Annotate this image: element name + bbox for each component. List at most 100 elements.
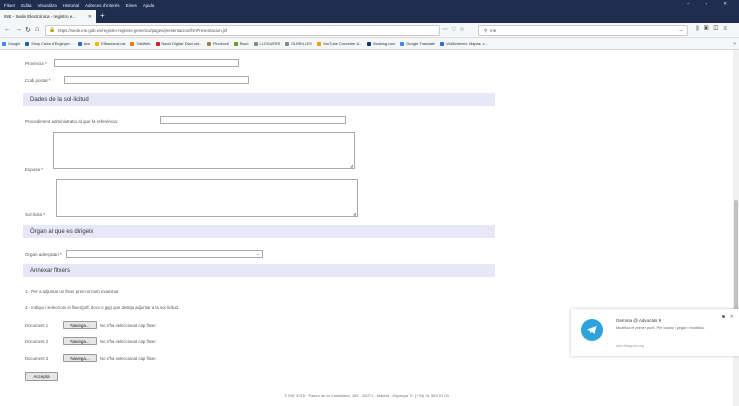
section-organ: Òrgan al que es dirigeix [23,225,495,238]
menu-eines[interactable]: Eines [126,3,137,8]
page-footer: © INE 2018 · Paseo de la Castellana, 183… [284,393,449,398]
chevron-down-icon: ⌄ [255,251,260,257]
nav-bar: ← → ↻ ⌂ 🔒 https://sede.ine.gob.es/regist… [0,23,739,38]
minimize-icon[interactable]: – [687,1,690,7]
tab-strip: INE - Sede Electrónica - registro e... ✕… [0,10,739,23]
bookmarks-overflow-icon[interactable]: » [733,41,736,47]
menu-fitxer[interactable]: Fitxer [4,3,15,8]
forward-icon[interactable]: → [15,26,22,33]
menu-historial[interactable]: Historial [63,3,79,8]
bookmark-label: YouTube Converter &... [322,41,363,46]
toolbar-icons[interactable]: ⫼▣◫≡ [696,26,732,33]
bookmark-item[interactable]: ElNacional.cat [95,41,126,46]
bookmark-item[interactable]: Racó [233,41,249,46]
back-icon[interactable]: ← [4,26,11,33]
search-bar[interactable]: ⚲ ine → [478,25,688,36]
telegram-icon [581,319,603,341]
document-1-label: Document 1 [25,323,49,328]
close-icon[interactable]: ✕ [730,314,734,320]
section-annexar-fitxers: Annexar fitxers [23,264,495,277]
bookmark-item[interactable]: Booking.com [367,41,396,46]
notification-title: Gemma @ Advocats 9 [616,318,662,323]
document-3-status: No s'ha seleccionat cap fitxer. [100,356,157,361]
menu-adreces[interactable]: Adreces d'interès [85,3,120,8]
menu-visualitza[interactable]: Visualitza [38,3,57,8]
window-menu-bar: Fitxer Edita Visualitza Historial Adrece… [0,0,739,10]
resize-grip-icon[interactable]: ◢ [353,211,356,216]
document-3-browse-button[interactable]: Navega... [63,354,97,362]
bookmark-item[interactable]: Shop Caixa d'Enginyer... [25,41,73,46]
menu-ajuda[interactable]: Ajuda [143,3,155,8]
bookmark-label: Racó [239,41,249,46]
accepta-button[interactable]: Accepta [25,372,58,381]
bookmark-item[interactable]: Ave [77,41,91,46]
bookmark-favicon-icon [367,41,372,46]
bookmark-item[interactable]: LLOGUERS [253,41,281,46]
bookmark-favicon-icon [155,41,160,46]
tab-title: INE - Sede Electrónica - registro e... [4,14,77,19]
bookmark-item[interactable]: OLBRILLES [285,41,312,46]
reload-icon[interactable]: ↻ [25,26,31,34]
bookmark-label: LLOGUERS [259,41,281,46]
bookmark-label: Google Translate [406,41,436,46]
procediment-input[interactable] [160,116,346,124]
telegram-notification[interactable]: Gemma @ Advocats 9 Modifica el primer pu… [571,309,739,356]
bookmark-label: Ave [83,41,91,46]
sol-licita-textarea[interactable]: ◢ [56,179,358,217]
exposa-textarea[interactable]: ◢ [53,132,355,169]
resize-grip-icon[interactable]: ◢ [350,163,353,168]
bookmark-item[interactable]: YouTube Converter &... [316,41,363,46]
bookmark-label: Pinoboxit [213,41,229,46]
bookmark-favicon-icon [400,41,405,46]
instruction-1: 1.- Per a adjuntar un fitxer prem el bot… [25,289,120,294]
exposa-label: Exposa * [25,167,44,172]
procediment-label: Procediment administratiu al que fa refe… [25,119,119,124]
bookmark-item[interactable]: Nació Digital: Diari cat... [155,41,203,46]
bookmark-favicon-icon [253,41,258,46]
window-controls: – ▫ ✕ [687,1,733,7]
document-1-browse-button[interactable]: Navega... [63,321,97,329]
provincia-label: Província * [25,61,47,66]
bookmark-favicon-icon [95,41,100,46]
bookmark-label: ElNacional.cat [101,41,126,46]
bookmark-item[interactable]: Google Translate [400,41,436,46]
bookmark-favicon-icon [77,41,82,46]
sol-licita-label: Sol·licita * [25,212,46,217]
notification-source: web.telegram.org [616,344,644,348]
settings-dot-icon[interactable] [722,315,725,318]
maximize-icon[interactable]: ▫ [706,1,708,7]
organ-label: Òrgan adreçatari * [25,252,62,257]
document-2-status: No s'ha seleccionat cap fitxer. [100,339,157,344]
new-tab-icon[interactable]: + [100,11,105,20]
go-arrow-icon[interactable]: → [678,27,684,33]
notification-message: Modifica el primer punt. Per copiar i pe… [616,326,705,330]
bookmark-item[interactable]: VidAlchemic: Mapas, c... [440,41,488,46]
bookmark-favicon-icon [285,41,290,46]
bookmark-label: Shop Caixa d'Enginyer... [31,41,73,46]
bookmark-item[interactable]: Pinoboxit [207,41,229,46]
document-2-browse-button[interactable]: Navega... [63,337,97,345]
bookmark-item[interactable]: Google [2,41,20,46]
lock-icon: 🔒 [49,27,56,33]
organ-select[interactable]: ⌄ [66,250,263,258]
search-value: ine [490,28,497,33]
tab-close-icon[interactable]: ✕ [88,14,92,20]
tab-active[interactable]: INE - Sede Electrónica - registro e... ✕ [0,10,96,23]
document-1-status: No s'ha seleccionat cap fitxer. [100,323,157,328]
bookmark-favicon-icon [25,41,30,46]
bookmark-label: Nació Digital: Diari cat... [161,41,203,46]
close-window-icon[interactable]: ✕ [723,1,727,7]
bookmark-label: VilaWeb [136,41,151,46]
url-bar[interactable]: 🔒 https://sede.ine.gob.es/registro-regis… [45,25,440,36]
codi-postal-input[interactable] [64,76,249,84]
bookmark-favicon-icon [233,41,238,46]
url-text: https://sede.ine.gob.es/registro-registr… [58,28,228,33]
bookmark-item[interactable]: VilaWeb [130,41,151,46]
bookmark-label: VidAlchemic: Mapas, c... [446,41,488,46]
page-actions-icons[interactable]: ⋯♡☆ [442,26,468,33]
search-icon: ⚲ [484,27,488,33]
menu-edita[interactable]: Edita [21,3,31,8]
provincia-input[interactable] [54,59,239,67]
bookmark-label: Booking.com [373,41,396,46]
home-icon[interactable]: ⌂ [35,26,39,33]
